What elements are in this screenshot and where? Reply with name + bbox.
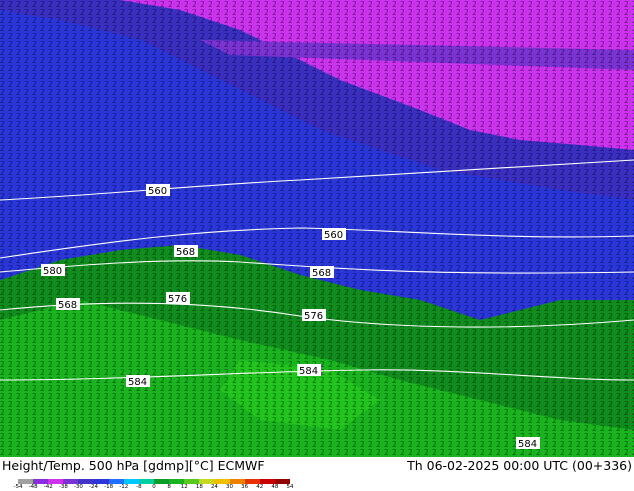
map-title: Height/Temp. 500 hPa [gdmp][°C] ECMWF bbox=[2, 458, 265, 473]
colorbar-tick-label: 54 bbox=[286, 484, 294, 490]
contour-label: 560 bbox=[148, 186, 167, 197]
colorbar-tick-label: 24 bbox=[210, 484, 218, 490]
contour-label: 584 bbox=[128, 377, 147, 388]
map-footer: Height/Temp. 500 hPa [gdmp][°C] ECMWF Th… bbox=[0, 457, 634, 490]
colorbar-tick-label: -12 bbox=[119, 484, 129, 490]
contour-label: 568 bbox=[58, 300, 77, 311]
colorbar-tick-label: 42 bbox=[256, 484, 264, 490]
colorbar-tick-label: -42 bbox=[43, 484, 53, 490]
map-area: 2 560 560 568 580 bbox=[0, 0, 634, 457]
contour-label: 568 bbox=[176, 247, 195, 258]
colorbar-tick-label: -48 bbox=[28, 484, 38, 490]
contour-label: 560 bbox=[324, 230, 343, 241]
colorbar-tick-label: 36 bbox=[241, 484, 249, 490]
contour-label: 580 bbox=[43, 266, 62, 277]
contour-label: 576 bbox=[168, 294, 187, 305]
contour-label: 584 bbox=[299, 366, 318, 377]
colorbar-tick-label: 30 bbox=[226, 484, 234, 490]
contour-label: 576 bbox=[304, 311, 323, 322]
colorbar-tick-label: 0 bbox=[152, 484, 156, 490]
colorbar-tick-label: -8 bbox=[136, 484, 142, 490]
colorbar-tick-label: 8 bbox=[167, 484, 171, 490]
colorbar-tick-label: -24 bbox=[89, 484, 99, 490]
colorbar-tick-label: -18 bbox=[104, 484, 114, 490]
colorbar-tick-label: 18 bbox=[195, 484, 203, 490]
colorbar-tick-label: 12 bbox=[180, 484, 188, 490]
valid-time: Th 06-02-2025 00:00 UTC (00+336) bbox=[407, 458, 632, 473]
contour-label: 584 bbox=[518, 439, 537, 450]
colorbar-tick-label: 48 bbox=[271, 484, 279, 490]
colorbar-tick-label: -30 bbox=[73, 484, 83, 490]
colorbar-tick-label: -54 bbox=[13, 484, 23, 490]
temperature-field: 2 560 560 568 580 bbox=[0, 0, 634, 457]
contour-label: 568 bbox=[312, 268, 331, 279]
colorbar-tick-label: -38 bbox=[58, 484, 68, 490]
